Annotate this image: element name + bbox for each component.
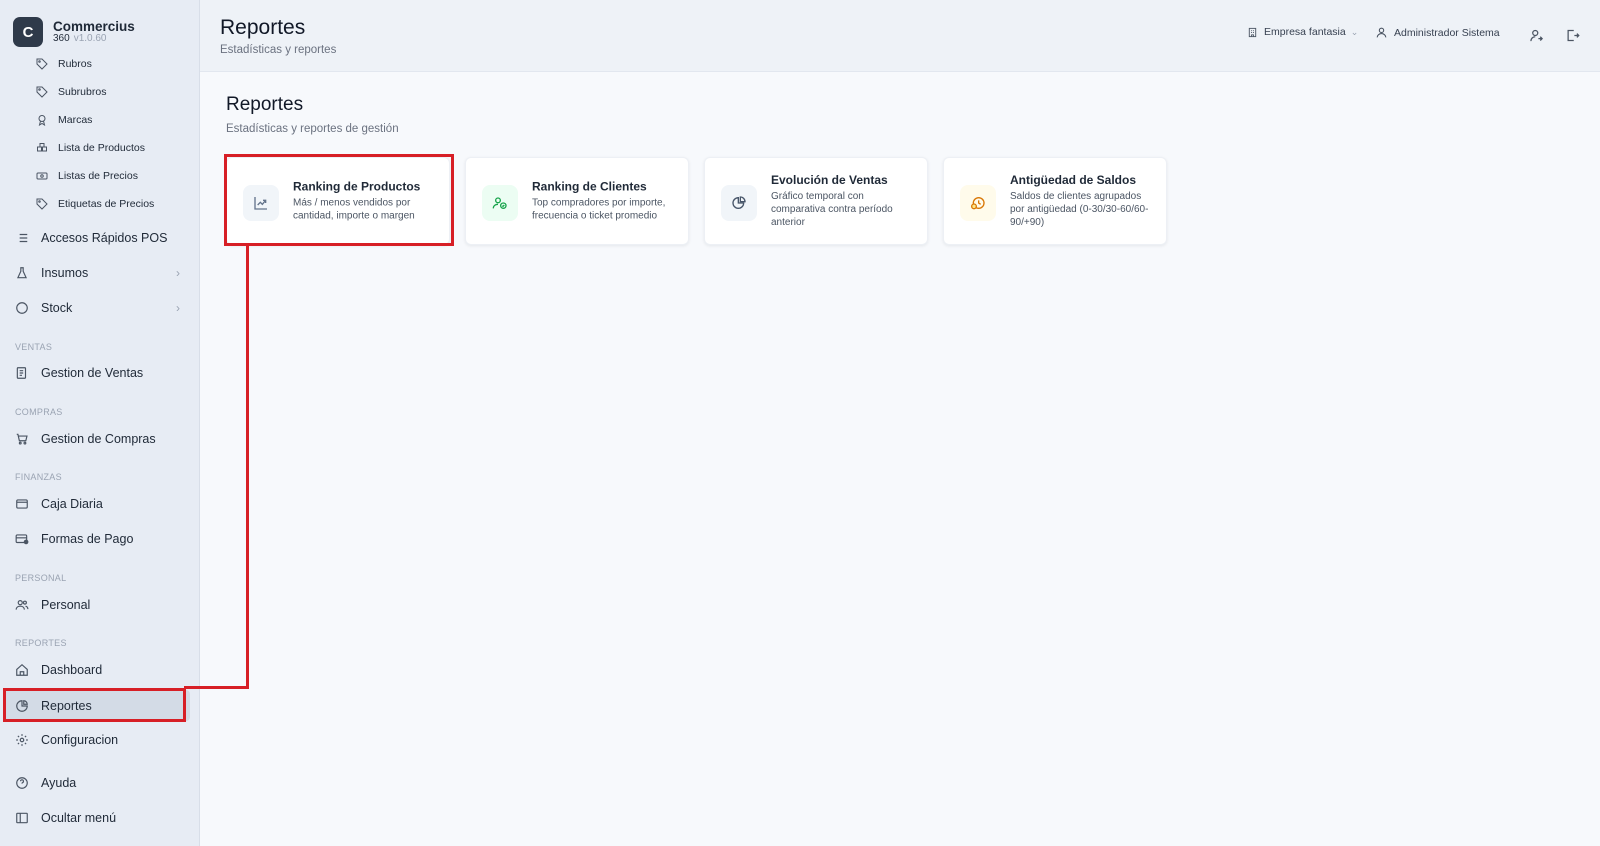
chevron-right-icon: › <box>176 301 180 315</box>
award-icon <box>34 112 50 128</box>
switch-user-icon[interactable] <box>1527 26 1545 44</box>
brand-name: Commercius <box>53 18 135 34</box>
brand-logo: C <box>13 17 43 47</box>
report-card-ranking-clientes[interactable]: Ranking de Clientes Top compradores por … <box>465 157 689 245</box>
wallet-icon <box>14 496 30 512</box>
brand[interactable]: C Commercius 360 v1.0.60 <box>13 17 135 47</box>
company-name: Empresa fantasia <box>1264 26 1346 38</box>
tag-icon <box>34 196 50 212</box>
header-subtitle: Estadísticas y reportes <box>220 44 337 56</box>
sidebar-item-marcas[interactable]: Marcas <box>34 110 234 130</box>
section-label-finanzas: FINANZAS <box>15 472 62 482</box>
user-menu[interactable]: Administrador Sistema <box>1375 26 1500 39</box>
sidebar-item-dashboard[interactable]: Dashboard <box>14 658 190 682</box>
section-label-compras: COMPRAS <box>15 407 63 417</box>
chevron-right-icon: › <box>176 266 180 280</box>
users-icon <box>482 185 518 221</box>
highlight-connector-horizontal <box>184 686 249 689</box>
sidebar-item-formas-pago[interactable]: Formas de Pago <box>14 527 190 551</box>
section-label-personal: PERSONAL <box>15 573 67 583</box>
circle-icon <box>14 300 30 316</box>
sidebar-item-gestion-ventas[interactable]: Gestion de Ventas <box>14 361 190 385</box>
card-title: Antigüedad de Saldos <box>1010 173 1137 187</box>
sidebar-item-caja-diaria[interactable]: Caja Diaria <box>14 492 190 516</box>
section-label-reportes: REPORTES <box>15 638 67 648</box>
section-label-ventas: VENTAS <box>15 342 53 352</box>
list-icon <box>14 230 30 246</box>
sidebar-item-etiquetas-precios[interactable]: Etiquetas de Precios <box>34 194 234 214</box>
card-description: Gráfico temporal con comparativa contra … <box>771 191 893 228</box>
flask-icon <box>14 265 30 281</box>
highlight-box-sidebar <box>3 688 186 722</box>
sidebar-item-ayuda[interactable]: Ayuda <box>14 771 190 795</box>
sidebar-item-accesos-rapidos[interactable]: Accesos Rápidos POS <box>14 226 190 250</box>
highlight-connector-vertical <box>246 245 249 689</box>
banknote-icon <box>34 168 50 184</box>
clock-alert-icon <box>960 185 996 221</box>
sidebar-item-configuracion[interactable]: Configuracion <box>14 728 190 752</box>
app-version: v1.0.60 <box>73 32 107 44</box>
sidebar-item-lista-productos[interactable]: Lista de Productos <box>34 138 234 158</box>
report-card-evolucion-ventas[interactable]: Evolución de Ventas Gráfico temporal con… <box>704 157 928 245</box>
page-subtitle: Estadísticas y reportes de gestión <box>226 123 399 135</box>
panel-left-icon <box>14 810 30 826</box>
chevron-down-icon: ⌄ <box>1350 26 1359 37</box>
highlight-box-card <box>224 154 454 246</box>
report-card-antiguedad-saldos[interactable]: Antigüedad de Saldos Saldos de clientes … <box>943 157 1167 245</box>
help-icon <box>14 775 30 791</box>
sidebar-item-gestion-compras[interactable]: Gestion de Compras <box>14 427 190 451</box>
sidebar-item-ocultar-menu[interactable]: Ocultar menú <box>14 806 190 830</box>
tag-icon <box>34 56 50 72</box>
sidebar-item-subrubros[interactable]: Subrubros <box>34 82 234 102</box>
brand-sub: 360 <box>53 32 70 44</box>
sidebar-item-stock[interactable]: Stock › <box>14 296 190 320</box>
logout-icon[interactable] <box>1563 26 1581 44</box>
user-icon <box>1376 27 1387 38</box>
cart-icon <box>14 431 30 447</box>
header-title: Reportes <box>220 16 306 39</box>
card-description: Saldos de clientes agrupados por antigüe… <box>1010 191 1149 228</box>
sidebar-item-insumos[interactable]: Insumos › <box>14 261 190 285</box>
gear-icon <box>14 732 30 748</box>
sidebar-item-listas-precios[interactable]: Listas de Precios <box>34 166 234 186</box>
building-icon <box>1248 27 1257 37</box>
home-icon <box>14 662 30 678</box>
users-icon <box>14 597 30 613</box>
card-title: Evolución de Ventas <box>771 173 888 187</box>
receipt-icon <box>14 365 30 381</box>
user-name: Administrador Sistema <box>1394 26 1500 39</box>
company-selector[interactable]: Empresa fantasia ⌄ <box>1247 26 1358 38</box>
topbar: Reportes Estadísticas y reportes Empresa… <box>200 0 1600 72</box>
page-title: Reportes <box>226 94 304 115</box>
card-description: Top compradores por importe, frecuencia … <box>532 197 666 222</box>
sidebar-item-personal[interactable]: Personal <box>14 593 190 617</box>
card-title: Ranking de Clientes <box>532 179 647 194</box>
boxes-icon <box>34 140 50 156</box>
credit-card-icon <box>14 531 30 547</box>
chart-pie-icon <box>721 185 757 221</box>
tag-icon <box>34 84 50 100</box>
